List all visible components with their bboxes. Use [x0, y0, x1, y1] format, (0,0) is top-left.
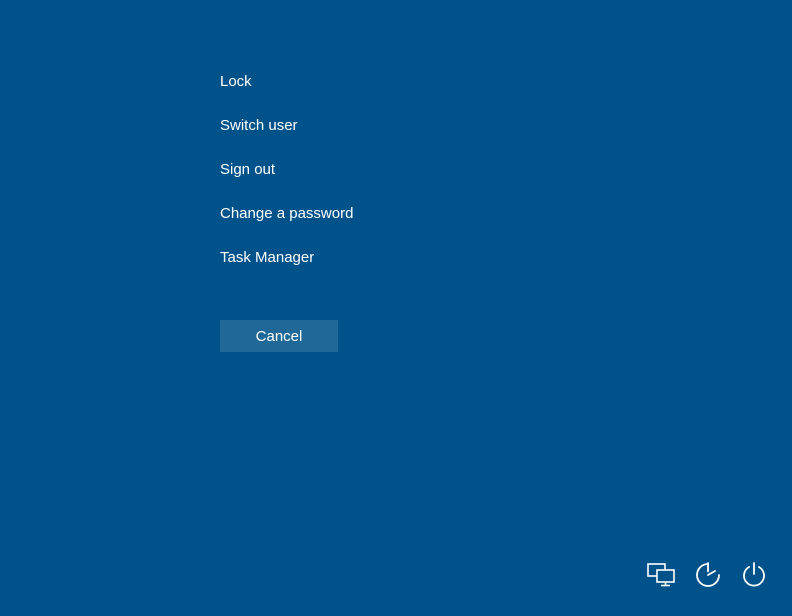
network-button[interactable]	[646, 562, 676, 593]
network-icon	[646, 562, 676, 593]
power-button[interactable]	[740, 561, 768, 594]
ease-of-access-button[interactable]	[694, 561, 722, 594]
lock-option[interactable]: Lock	[220, 73, 353, 91]
bottom-icon-bar	[646, 561, 768, 594]
change-password-option[interactable]: Change a password	[220, 205, 353, 223]
ease-of-access-icon	[694, 561, 722, 594]
cancel-button[interactable]: Cancel	[220, 320, 338, 352]
power-icon	[740, 561, 768, 594]
switch-user-option[interactable]: Switch user	[220, 117, 353, 135]
security-options-menu: Lock Switch user Sign out Change a passw…	[220, 73, 353, 293]
sign-out-option[interactable]: Sign out	[220, 161, 353, 179]
task-manager-option[interactable]: Task Manager	[220, 249, 353, 267]
